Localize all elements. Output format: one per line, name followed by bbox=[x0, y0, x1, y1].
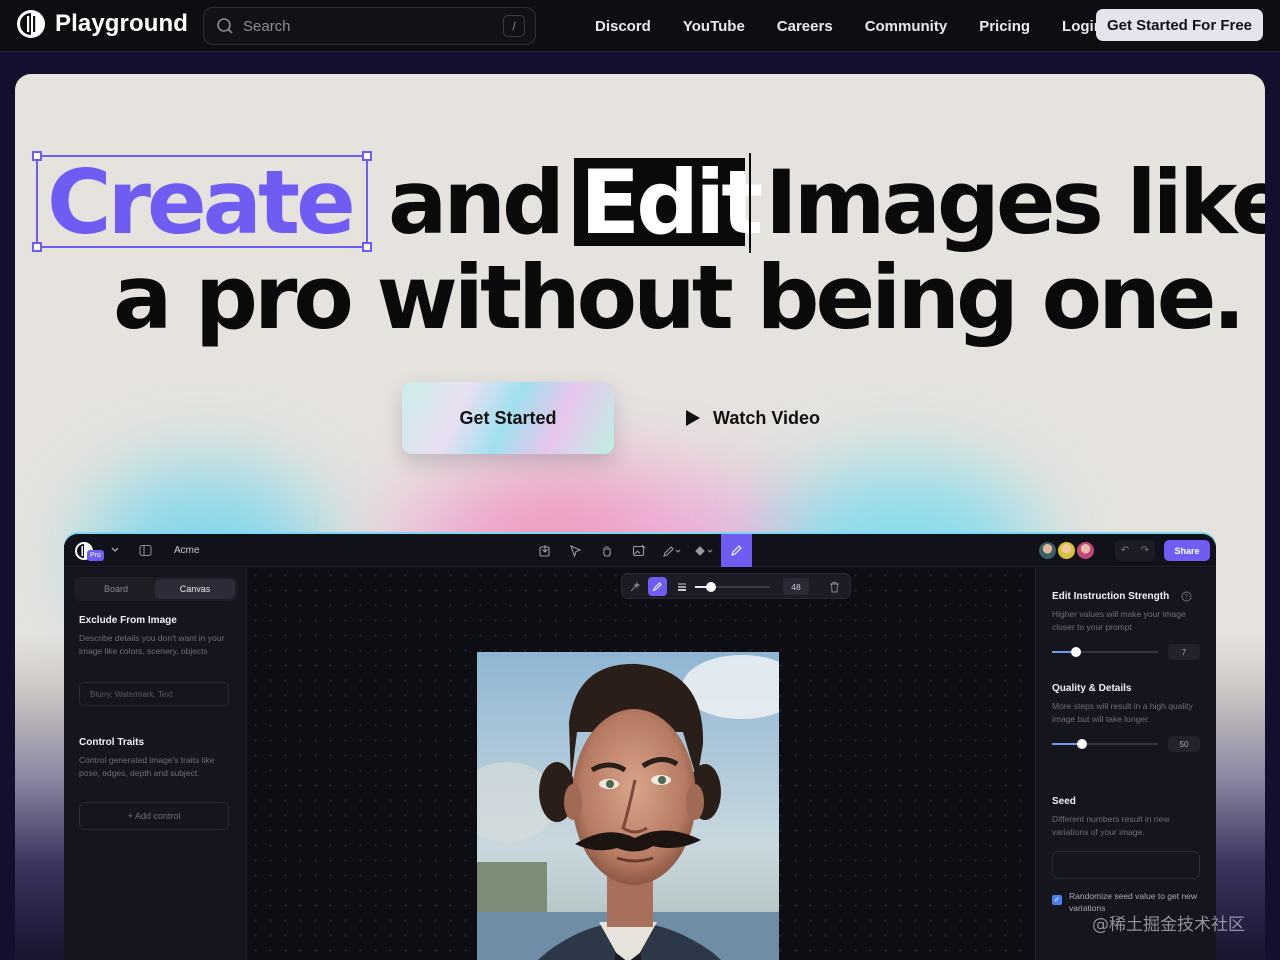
nav-link-discord[interactable]: Discord bbox=[579, 18, 667, 35]
project-name[interactable]: Acme bbox=[174, 545, 200, 556]
share-button[interactable]: Share bbox=[1164, 540, 1210, 561]
search-icon bbox=[217, 18, 233, 34]
sidebar-toggle-icon[interactable] bbox=[139, 544, 152, 557]
undo-icon[interactable]: ↶ bbox=[1121, 545, 1129, 556]
svg-text:?: ? bbox=[1185, 593, 1189, 601]
control-traits-title: Control Traits bbox=[79, 737, 145, 748]
magic-icon[interactable] bbox=[629, 581, 641, 593]
pen-tool-icon[interactable] bbox=[662, 544, 682, 558]
strength-value[interactable]: 7 bbox=[1168, 644, 1200, 660]
exclude-title: Exclude From Image bbox=[79, 615, 177, 626]
app-toolbar: Pro Acme ↶ ↷ Share bbox=[64, 534, 1216, 567]
hero-section: Create and Edit Images like a pro withou… bbox=[15, 74, 1265, 960]
seed-input[interactable] bbox=[1052, 851, 1200, 879]
exclude-input[interactable]: Blurry, Watermark, Text bbox=[79, 682, 229, 706]
edit-strength-description: Higher values will make your image close… bbox=[1052, 609, 1186, 632]
trash-icon[interactable] bbox=[829, 581, 840, 593]
add-control-button[interactable]: + Add control bbox=[79, 802, 229, 830]
pointer-icon[interactable] bbox=[569, 544, 583, 558]
search-input[interactable]: Search / bbox=[203, 7, 536, 45]
seed-description: Different numbers result in new variatio… bbox=[1052, 814, 1170, 837]
quality-title: Quality & Details bbox=[1052, 683, 1132, 694]
play-icon bbox=[686, 410, 700, 426]
brush-icon bbox=[731, 545, 742, 556]
generated-portrait-image[interactable] bbox=[477, 652, 779, 960]
quality-description: More steps will result in a high quality… bbox=[1052, 701, 1193, 724]
info-icon[interactable]: ? bbox=[1181, 591, 1192, 602]
import-icon[interactable] bbox=[538, 544, 552, 558]
board-canvas-toggle: Board Canvas bbox=[74, 577, 237, 601]
collaborator-avatars[interactable] bbox=[1037, 540, 1096, 561]
nav-links: Discord YouTube Careers Community Pricin… bbox=[579, 0, 1119, 52]
headline-word-and: and bbox=[388, 151, 565, 254]
image-edit-icon[interactable] bbox=[632, 544, 646, 558]
nav-link-youtube[interactable]: YouTube bbox=[667, 18, 761, 35]
quality-value[interactable]: 50 bbox=[1168, 736, 1200, 752]
control-traits-description: Control generated image's traits like po… bbox=[79, 755, 215, 778]
text-caret bbox=[749, 153, 751, 253]
search-shortcut-key: / bbox=[503, 15, 525, 37]
avatar bbox=[1056, 540, 1077, 561]
edit-strength-title: Edit Instruction Strength bbox=[1052, 591, 1170, 602]
hand-icon[interactable] bbox=[600, 544, 614, 558]
brand-name: Playground bbox=[55, 10, 189, 37]
headline-line-2: a pro without being one. bbox=[113, 246, 1246, 349]
right-panel: Edit Instruction Strength ? Higher value… bbox=[1035, 568, 1216, 960]
nav-link-community[interactable]: Community bbox=[849, 18, 964, 35]
top-nav: Playground Search / Discord YouTube Care… bbox=[0, 0, 1280, 52]
watermark: @稀土掘金技术社区 bbox=[1092, 915, 1245, 935]
brush-mode-button[interactable] bbox=[648, 577, 667, 596]
brush-size-knob[interactable] bbox=[706, 582, 716, 592]
undo-redo-group: ↶ ↷ bbox=[1115, 540, 1155, 561]
watch-video-label: Watch Video bbox=[713, 407, 821, 428]
get-started-button[interactable]: Get Started bbox=[402, 382, 614, 454]
brush-tool-button[interactable] bbox=[721, 534, 752, 567]
nav-link-pricing[interactable]: Pricing bbox=[963, 18, 1046, 35]
resize-handle bbox=[362, 151, 372, 161]
get-started-free-button[interactable]: Get Started For Free bbox=[1096, 9, 1263, 41]
brush-icon bbox=[652, 582, 662, 592]
seed-title: Seed bbox=[1052, 796, 1076, 807]
resize-handle bbox=[32, 242, 42, 252]
pro-badge: Pro bbox=[87, 550, 104, 561]
search-placeholder: Search bbox=[243, 17, 291, 35]
fill-tool-icon[interactable] bbox=[694, 544, 714, 558]
headline-word-edit: Edit bbox=[580, 151, 763, 254]
chevron-down-icon[interactable] bbox=[111, 547, 119, 553]
app-mockup: Pro Acme ↶ ↷ Share Board Canvas Exclude … bbox=[64, 534, 1216, 960]
brand[interactable]: Playground bbox=[16, 9, 188, 39]
avatar bbox=[1037, 540, 1058, 561]
redo-icon[interactable]: ↷ bbox=[1141, 545, 1149, 556]
nav-link-careers[interactable]: Careers bbox=[761, 18, 849, 35]
left-panel: Board Canvas Exclude From Image Describe… bbox=[64, 568, 247, 960]
watch-video-button[interactable]: Watch Video bbox=[685, 404, 820, 432]
strength-slider-knob[interactable] bbox=[1071, 647, 1081, 657]
brush-size-value[interactable]: 48 bbox=[783, 578, 809, 595]
playground-logo-icon bbox=[17, 10, 45, 38]
headline-words-images-like: Images like bbox=[765, 151, 1265, 254]
resize-handle bbox=[32, 151, 42, 161]
exclude-description: Describe details you don't want in your … bbox=[79, 633, 225, 656]
brush-options-bar: 48 bbox=[621, 573, 851, 599]
avatar bbox=[1075, 540, 1096, 561]
tab-canvas[interactable]: Canvas bbox=[155, 579, 235, 599]
tab-board[interactable]: Board bbox=[76, 579, 156, 599]
resize-handle bbox=[362, 242, 372, 252]
canvas-area[interactable]: 48 bbox=[248, 568, 1034, 960]
stroke-width-icon bbox=[678, 583, 686, 591]
selection-box bbox=[32, 151, 372, 252]
quality-slider-knob[interactable] bbox=[1077, 739, 1087, 749]
randomize-seed-checkbox[interactable]: ✓ bbox=[1052, 895, 1062, 905]
